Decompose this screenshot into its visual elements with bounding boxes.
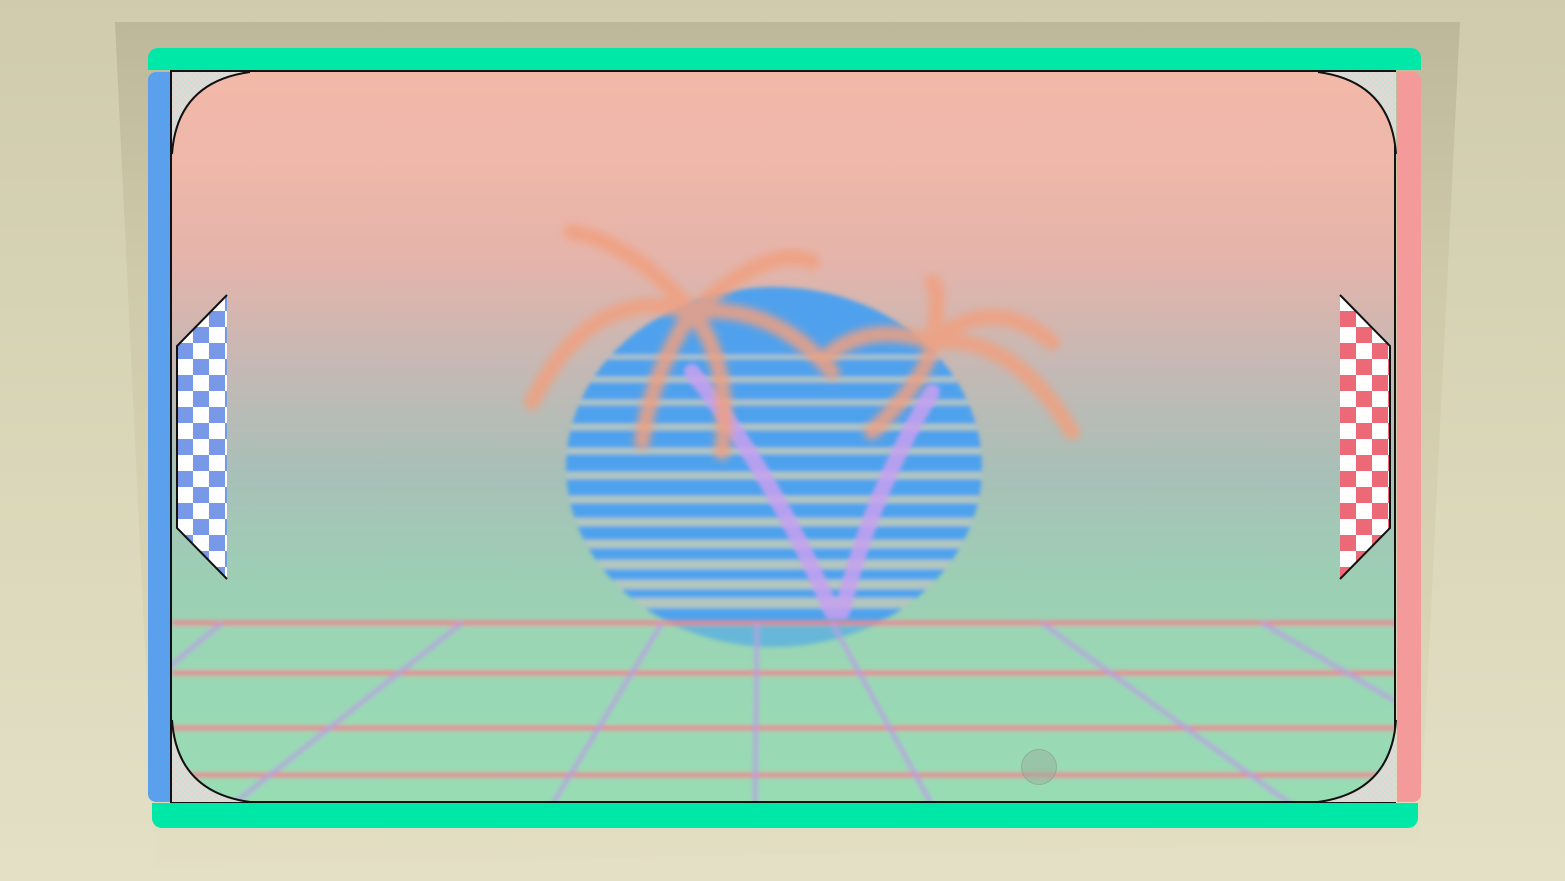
left-goal: [148, 72, 170, 802]
bottom-rail: [152, 803, 1418, 828]
right-paddle-outline: [1339, 294, 1391, 580]
corner-arcs: [171, 71, 1397, 803]
ball-icon: [1021, 749, 1057, 785]
top-rail: [148, 48, 1421, 70]
left-paddle-outline: [176, 294, 228, 580]
right-goal: [1397, 72, 1421, 802]
